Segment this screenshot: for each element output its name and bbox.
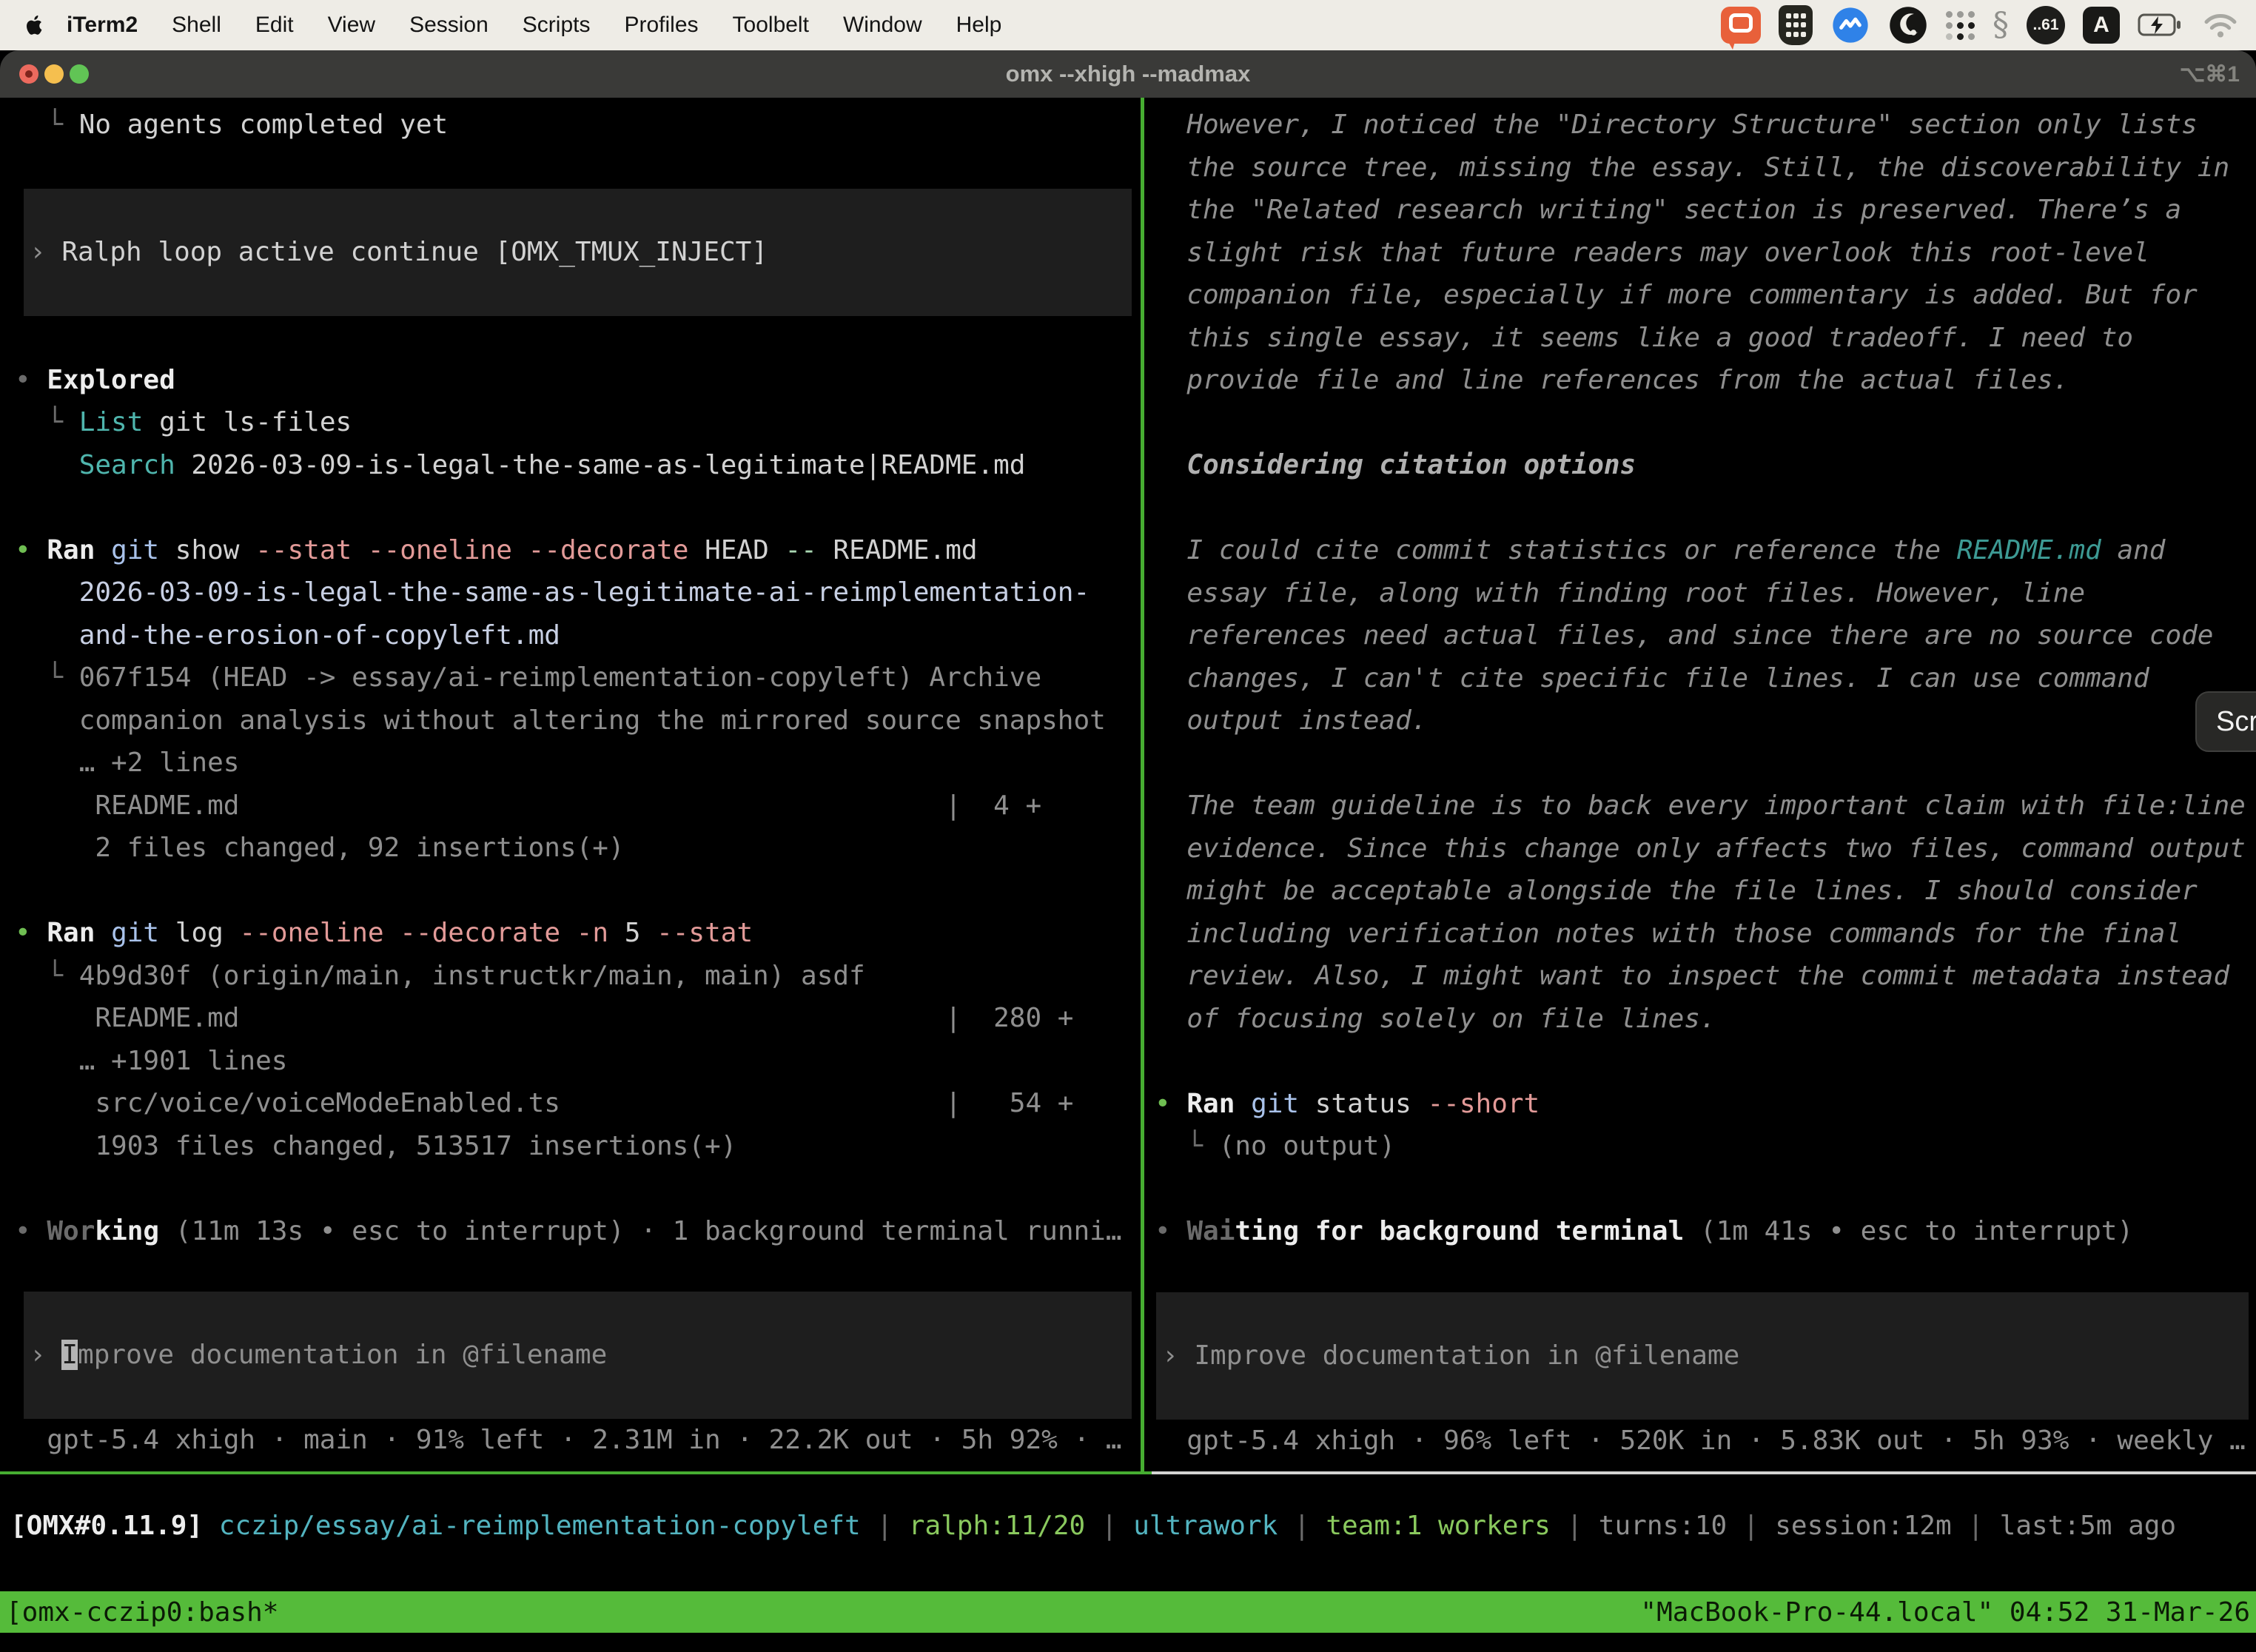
terminal-line: [15, 316, 1141, 359]
terminal-line: the "Related research writing" section i…: [1155, 189, 2256, 232]
terminal-line: this single essay, it seems like a good …: [1155, 317, 2256, 360]
crescent-app-icon[interactable]: [1888, 5, 1928, 45]
terminal-line: [15, 1167, 1141, 1210]
terminal-line: Considering citation options: [1155, 444, 2256, 487]
seal-badge-icon[interactable]: [1830, 5, 1870, 45]
terminal-line: • Ran git status --short: [1155, 1083, 2256, 1126]
terminal-line: review. Also, I might want to inspect th…: [1155, 955, 2256, 998]
terminal-line: changes, I can't cite specific file line…: [1155, 657, 2256, 700]
terminal-line: gpt-5.4 xhigh · 96% left · 520K in · 5.8…: [1155, 1420, 2256, 1463]
terminal-line: Search 2026-03-09-is-legal-the-same-as-l…: [15, 444, 1141, 487]
terminal-line: src/voice/voiceModeEnabled.ts | 54 +: [15, 1082, 1141, 1125]
terminal-line: references need actual files, and since …: [1155, 614, 2256, 657]
terminal-line: I could cite commit statistics or refere…: [1155, 529, 2256, 572]
screen-overlay-button[interactable]: Scre: [2195, 691, 2256, 752]
terminal-line: 2 files changed, 92 insertions(+): [15, 827, 1141, 870]
terminal-line: [1155, 1040, 2256, 1083]
menu-item-toolbelt[interactable]: Toolbelt: [716, 13, 826, 38]
tmux-session-label[interactable]: [omx-cczip0:bash*: [6, 1597, 278, 1628]
terminal-line: … +1901 lines: [15, 1040, 1141, 1083]
apple-menu-icon[interactable]: [22, 10, 49, 40]
terminal-line: [15, 486, 1141, 529]
terminal-line: output instead.: [1155, 699, 2256, 742]
wifi-icon[interactable]: [2203, 11, 2238, 39]
terminal-line: └ List git ls-files: [15, 401, 1141, 444]
tmux-status-bar: [omx-cczip0:bash* "MacBook-Pro-44.local"…: [0, 1591, 2256, 1633]
terminal-line: might be acceptable alongside the file l…: [1155, 870, 2256, 913]
terminal-line: • Ran git log --oneline --decorate -n 5 …: [15, 912, 1141, 955]
menu-item-session[interactable]: Session: [392, 13, 506, 38]
omx-status-line: [OMX#0.11.9] cczip/essay/ai-reimplementa…: [10, 1505, 2256, 1548]
terminal-line: [1155, 402, 2256, 445]
terminal-line: essay file, along with finding root file…: [1155, 572, 2256, 615]
prompt-input[interactable]: › Improve documentation in @filename: [24, 1292, 1132, 1419]
terminal-pane-right[interactable]: However, I noticed the "Directory Struct…: [1144, 98, 2256, 1471]
terminal-line: the source tree, missing the essay. Stil…: [1155, 147, 2256, 189]
terminal-line: • Ran git show --stat --oneline --decora…: [15, 529, 1141, 572]
terminal-line: and-the-erosion-of-copyleft.md: [15, 614, 1141, 657]
menu-item-help[interactable]: Help: [939, 13, 1019, 38]
menu-items: iTerm2ShellEditViewSessionScriptsProfile…: [59, 13, 1018, 38]
menu-item-shell[interactable]: Shell: [155, 13, 238, 38]
terminal-line: companion file, especially if more comme…: [1155, 274, 2256, 317]
terminal-line: of focusing solely on file lines.: [1155, 998, 2256, 1041]
terminal-line: • Working (11m 13s • esc to interrupt) ·…: [15, 1210, 1141, 1253]
terminal-pane-left[interactable]: └ No agents completed yet › Ralph loop a…: [0, 98, 1141, 1471]
iterm-window: omx --xhigh --madmax ⌥⌘1 └ No agents com…: [0, 50, 2256, 1652]
terminal-line: └ (no output): [1155, 1125, 2256, 1168]
terminal-line: └ 067f154 (HEAD -> essay/ai-reimplementa…: [15, 657, 1141, 699]
terminal-line: The team guideline is to back every impo…: [1155, 785, 2256, 827]
terminal-line: └ No agents completed yet: [15, 104, 1141, 147]
terminal-line: gpt-5.4 xhigh · main · 91% left · 2.31M …: [15, 1419, 1141, 1462]
terminal-line: provide file and line references from th…: [1155, 359, 2256, 402]
terminal-line: [15, 870, 1141, 913]
menu-item-window[interactable]: Window: [826, 13, 939, 38]
tmux-host-clock: "MacBook-Pro-44.local" 04:52 31-Mar-26: [1640, 1597, 2250, 1628]
terminal-content: └ No agents completed yet › Ralph loop a…: [0, 98, 2256, 1652]
terminal-line: └ 4b9d30f (origin/main, instructkr/main,…: [15, 955, 1141, 998]
terminal-line: slight risk that future readers may over…: [1155, 232, 2256, 275]
menubar: iTerm2ShellEditViewSessionScriptsProfile…: [0, 0, 2256, 50]
menu-item-scripts[interactable]: Scripts: [506, 13, 608, 38]
window-title: omx --xhigh --madmax: [0, 50, 2256, 98]
window-shortcut-hint: ⌥⌘1: [2180, 50, 2240, 98]
menu-item-edit[interactable]: Edit: [238, 13, 311, 38]
menu-item-iterm2[interactable]: iTerm2: [59, 13, 155, 38]
grid-dots-icon[interactable]: [1946, 11, 1975, 40]
terminal-line: 1903 files changed, 513517 insertions(+): [15, 1125, 1141, 1168]
terminal-line: README.md | 280 +: [15, 997, 1141, 1040]
shield-grid-icon[interactable]: [1779, 5, 1813, 45]
keyboard-layout-icon[interactable]: A: [2083, 7, 2120, 44]
menubar-status-icons: § ..61 A: [1721, 5, 2238, 45]
terminal-line: [1155, 742, 2256, 785]
terminal-line: 2026-03-09-is-legal-the-same-as-legitima…: [15, 571, 1141, 614]
battery-icon[interactable]: [2138, 13, 2185, 38]
menu-item-profiles[interactable]: Profiles: [607, 13, 715, 38]
squiggle-icon[interactable]: §: [1993, 9, 2009, 41]
terminal-line: • Waiting for background terminal (1m 41…: [1155, 1210, 2256, 1253]
terminal-line: [15, 147, 1141, 189]
menu-item-view[interactable]: View: [311, 13, 392, 38]
window-titlebar[interactable]: omx --xhigh --madmax ⌥⌘1: [0, 50, 2256, 98]
prompt-input[interactable]: › Ralph loop active continue [OMX_TMUX_I…: [24, 189, 1132, 316]
terminal-line: [1155, 1168, 2256, 1211]
terminal-line: [1155, 487, 2256, 530]
terminal-line: README.md | 4 +: [15, 785, 1141, 827]
terminal-line: • Explored: [15, 359, 1141, 402]
terminal-line: including verification notes with those …: [1155, 913, 2256, 956]
terminal-line: evidence. Since this change only affects…: [1155, 827, 2256, 870]
chat-app-icon[interactable]: [1721, 7, 1761, 44]
omx-status-pane: [OMX#0.11.9] cczip/essay/ai-reimplementa…: [0, 1474, 2256, 1591]
prompt-input[interactable]: › Improve documentation in @filename: [1156, 1292, 2249, 1420]
terminal-line: companion analysis without altering the …: [15, 699, 1141, 742]
count-badge-icon[interactable]: ..61: [2027, 6, 2065, 44]
terminal-line: However, I noticed the "Directory Struct…: [1155, 104, 2256, 147]
terminal-line: … +2 lines: [15, 742, 1141, 785]
